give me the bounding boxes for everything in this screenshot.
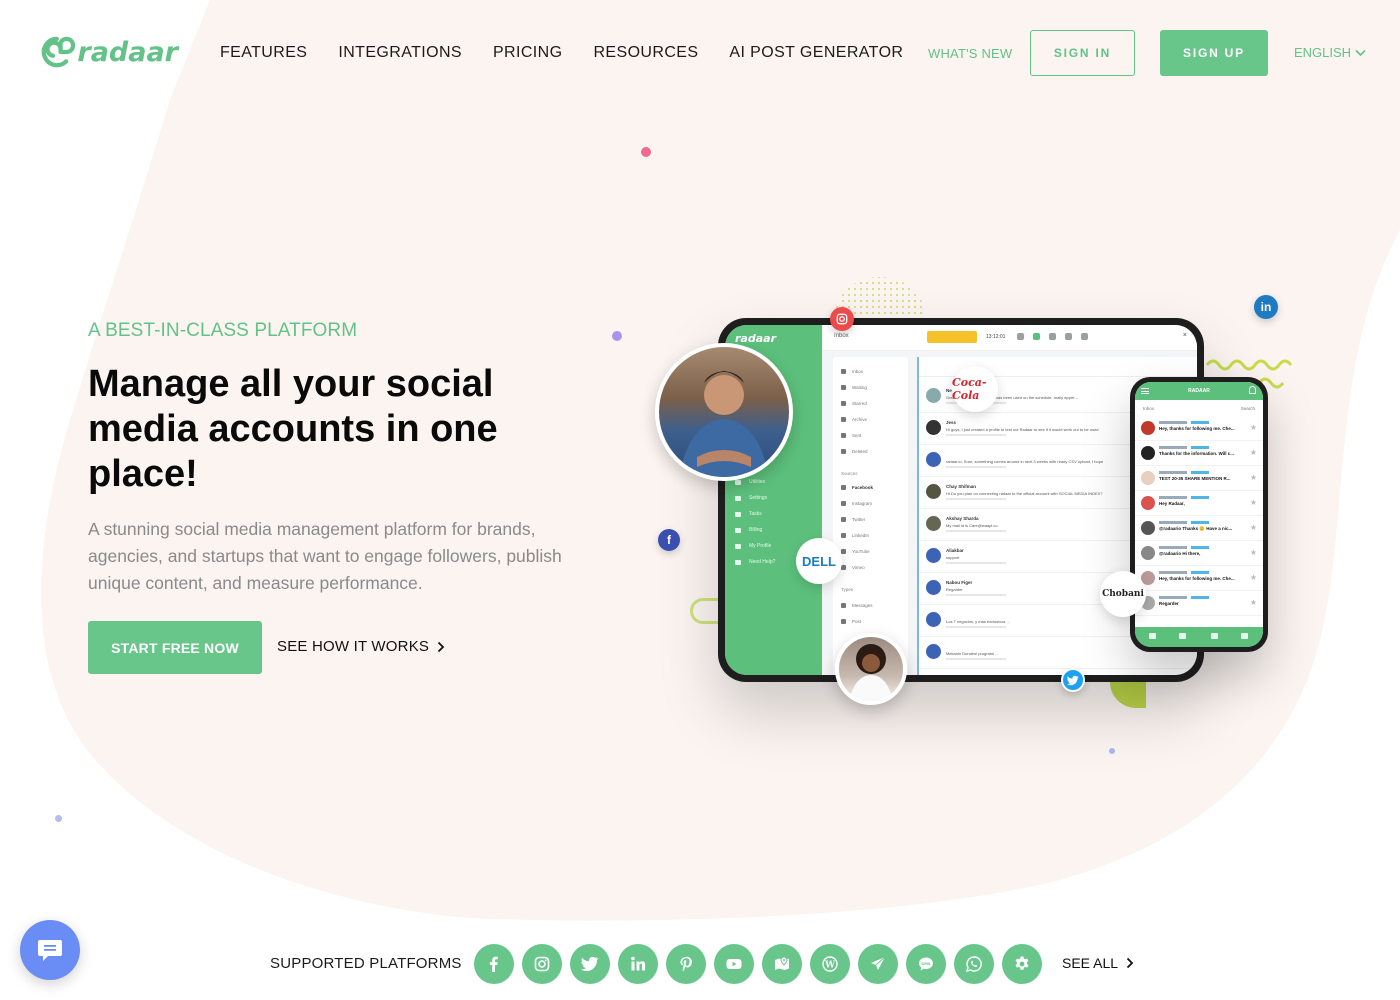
phone-message-row: Thanks for the information. Will c... ★	[1135, 441, 1263, 466]
nav-resources[interactable]: RESOURCES	[593, 44, 698, 62]
youtube-platform-button[interactable]	[714, 944, 754, 984]
linkedin-icon	[631, 956, 646, 971]
phone-mockup: RADAAR Inbox Search Hey, thanks for foll…	[1130, 377, 1268, 652]
logo-wordmark: radaar	[77, 36, 178, 68]
main-nav: FEATURES INTEGRATIONS PRICING RESOURCES …	[220, 44, 934, 62]
map-pin-icon	[775, 956, 789, 970]
app-sidebar-item: Settings	[735, 495, 767, 501]
brand-bubble-dell: DELL	[796, 538, 842, 584]
wordpress-platform-button[interactable]: W	[810, 944, 850, 984]
brand-bubble-chobani: Chobani	[1100, 571, 1146, 617]
hero-subtext: A stunning social media management platf…	[88, 519, 562, 593]
site-header: radaar FEATURES INTEGRATIONS PRICING RES…	[0, 0, 1400, 105]
language-label: ENGLISH	[1294, 45, 1352, 60]
chevron-right-icon	[437, 641, 445, 652]
app-clock: 13:12:01	[986, 334, 1006, 340]
decor-dot-blue	[1109, 748, 1115, 754]
app-close-icon: ×	[1182, 332, 1187, 339]
phone-title: RADAAR	[1188, 388, 1210, 394]
twitter-badge-icon	[1061, 668, 1085, 692]
language-selector[interactable]: ENGLISH	[1294, 45, 1366, 60]
phone-message-row: Hey Radaar, ★	[1135, 491, 1263, 516]
brand-bubble-cocacola: Coca-Cola	[952, 366, 998, 412]
chevron-right-icon	[1126, 957, 1134, 969]
app-topbar: Inbox 13:12:01 ×	[822, 325, 1197, 351]
radaar-logo-icon	[41, 36, 76, 68]
instagram-icon	[534, 956, 550, 972]
whats-new-link[interactable]: WHAT'S NEW	[928, 46, 1012, 61]
decor-dot-purple	[612, 331, 622, 341]
instagram-platform-button[interactable]	[522, 944, 562, 984]
phone-message-row: @radaario Thanks 😊 Have a nic... ★	[1135, 516, 1263, 541]
sign-in-button[interactable]: SIGN IN	[1030, 30, 1135, 76]
phone-message-row: TEST 20-35 SHARE MENTION R... ★	[1135, 466, 1263, 491]
phone-header: RADAAR	[1135, 382, 1263, 400]
paper-plane-icon	[871, 956, 886, 970]
twitter-icon	[581, 956, 599, 972]
svg-text:W: W	[824, 960, 836, 970]
app-folder-panel: Inbox Waiting Starred Archive Sent Delet…	[833, 357, 908, 675]
whatsapp-icon	[965, 956, 982, 973]
nav-features[interactable]: FEATURES	[220, 44, 307, 62]
nav-pricing[interactable]: PRICING	[493, 44, 562, 62]
facebook-icon	[489, 956, 498, 972]
see-all-platforms-link[interactable]: SEE ALL	[1062, 955, 1134, 971]
linkedin-badge-icon: in	[1254, 295, 1278, 319]
see-how-it-works-label: SEE HOW IT WORKS	[277, 638, 430, 655]
radaar-logo[interactable]: radaar	[38, 30, 178, 74]
app-sidebar-item: Tasks	[735, 511, 762, 517]
wordpress-icon: W	[822, 956, 838, 972]
phone-inbox-label: Inbox	[1143, 406, 1155, 411]
app-inbox-label: Inbox	[834, 333, 849, 339]
chat-widget-button[interactable]	[20, 920, 80, 980]
facebook-platform-button[interactable]	[474, 944, 514, 984]
chat-icon	[38, 940, 62, 961]
profile-photo-man	[655, 343, 793, 481]
svg-text:SMS: SMS	[921, 961, 931, 966]
app-sidebar-item: Utilities	[735, 479, 765, 485]
app-logo: radaar	[735, 332, 776, 345]
hero-eyebrow: A BEST-IN-CLASS PLATFORM	[88, 320, 358, 341]
app-sidebar-item: Need Help?	[735, 559, 775, 565]
decor-dot-blue-2	[55, 815, 62, 822]
profile-photo-woman	[835, 633, 907, 705]
more-settings-platform-button[interactable]	[1002, 944, 1042, 984]
platform-icons-row: W SMS	[474, 944, 1042, 984]
app-upgrade-pill	[927, 331, 977, 343]
twitter-platform-button[interactable]	[570, 944, 610, 984]
whatsapp-platform-button[interactable]	[954, 944, 994, 984]
sign-up-button[interactable]: SIGN UP	[1160, 30, 1268, 76]
decor-dot-pink	[641, 147, 651, 157]
app-toolbar-icons	[1017, 333, 1088, 340]
phone-message-row: Hey, thanks for following me. Che... ★	[1135, 416, 1263, 441]
see-all-label: SEE ALL	[1062, 955, 1119, 971]
sms-icon: SMS	[919, 957, 933, 971]
phone-message-row: Hey, thanks for following me. Che... ★	[1135, 566, 1263, 591]
see-how-it-works-link[interactable]: SEE HOW IT WORKS	[277, 638, 445, 655]
nav-integrations[interactable]: INTEGRATIONS	[338, 44, 462, 62]
linkedin-platform-button[interactable]	[618, 944, 658, 984]
phone-screen: RADAAR Inbox Search Hey, thanks for foll…	[1135, 382, 1263, 647]
instagram-badge-icon	[830, 307, 854, 331]
start-free-now-button[interactable]: START FREE NOW	[88, 621, 262, 674]
gear-icon	[1015, 956, 1029, 970]
hero-headline: Manage all your social media accounts in…	[88, 363, 498, 495]
google-maps-platform-button[interactable]	[762, 944, 802, 984]
pinterest-platform-button[interactable]	[666, 944, 706, 984]
facebook-badge-icon: f	[658, 529, 680, 551]
chevron-down-icon	[1355, 49, 1366, 56]
sms-platform-button[interactable]: SMS	[906, 944, 946, 984]
pinterest-icon	[680, 956, 692, 972]
phone-search-label: Search	[1240, 406, 1255, 411]
phone-tabbar	[1135, 627, 1263, 647]
nav-ai-post-generator[interactable]: AI POST GENERATOR	[729, 44, 903, 62]
bell-icon	[1249, 386, 1256, 394]
phone-message-row: @radaario Hi there, ★	[1135, 541, 1263, 566]
telegram-platform-button[interactable]	[858, 944, 898, 984]
app-sidebar-item: My Profile	[735, 543, 771, 549]
youtube-icon	[726, 959, 742, 969]
supported-platforms-label: SUPPORTED PLATFORMS	[270, 955, 462, 972]
app-sidebar-item: Billing	[735, 527, 762, 533]
phone-message-row: Regarder ★	[1135, 591, 1263, 616]
